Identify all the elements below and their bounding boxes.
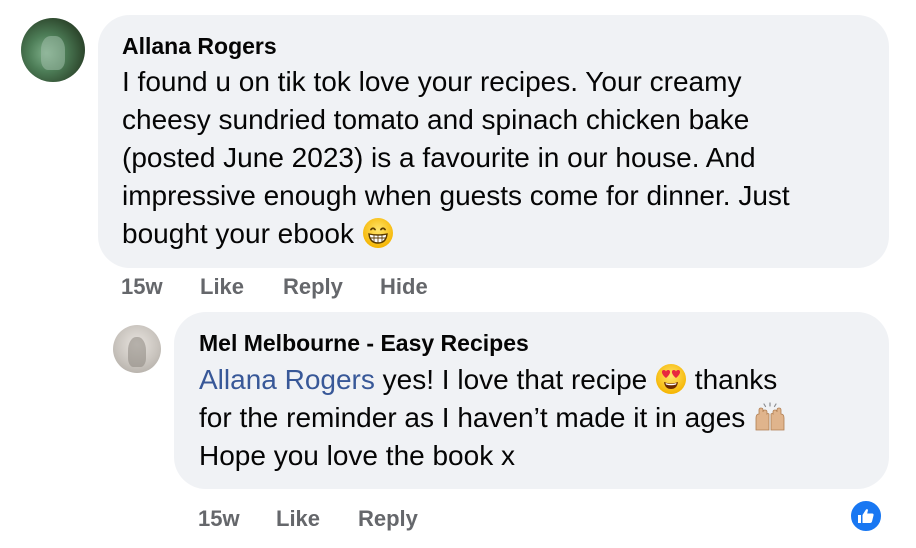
reply-text-segment: thanks [687, 364, 778, 395]
reply-text-segment: for the reminder as I haven’t made it in… [199, 402, 754, 433]
reply-avatar[interactable] [113, 325, 161, 373]
reply-author[interactable]: Mel Melbourne - Easy Recipes [199, 330, 529, 357]
mention-link[interactable]: Allana Rogers [199, 364, 375, 395]
reply-text-line: Hope you love the book x [199, 440, 515, 471]
comment-text: I found u on tik tok love your recipes. … [122, 63, 872, 253]
comment-text-line: impressive enough when guests come for d… [122, 180, 790, 211]
reply-like-button[interactable]: Like [276, 506, 320, 532]
comment-text-line: bought your ebook [122, 218, 354, 249]
comment-thread: Allana Rogers I found u on tik tok love … [0, 0, 916, 548]
raised-hands-icon [753, 402, 787, 432]
comment-text-line: I found u on tik tok love your recipes. … [122, 66, 742, 97]
reply-text-line: Allana Rogers yes! I love that recipe th… [199, 361, 879, 399]
reply-reply-button[interactable]: Reply [358, 506, 418, 532]
comment-text-line: (posted June 2023) is a favourite in our… [122, 142, 756, 173]
comment-text-line-last: bought your ebook [122, 215, 872, 253]
heart-eyes-icon [655, 363, 687, 395]
reply-timestamp[interactable]: 15w [198, 506, 240, 532]
comment-timestamp[interactable]: 15w [121, 274, 163, 300]
thumbs-up-icon[interactable] [849, 499, 883, 533]
reply-text-segment: yes! I love that recipe [374, 364, 656, 395]
comment-author[interactable]: Allana Rogers [122, 33, 277, 60]
hide-button[interactable]: Hide [380, 274, 428, 300]
comment-text-line: cheesy sundried tomato and spinach chick… [122, 104, 750, 135]
like-button[interactable]: Like [200, 274, 244, 300]
grinning-face-icon [362, 217, 394, 249]
avatar[interactable] [21, 18, 85, 82]
reply-text-line: for the reminder as I haven’t made it in… [199, 399, 879, 437]
reply-text: Allana Rogers yes! I love that recipe th… [199, 361, 879, 475]
reply-button[interactable]: Reply [283, 274, 343, 300]
